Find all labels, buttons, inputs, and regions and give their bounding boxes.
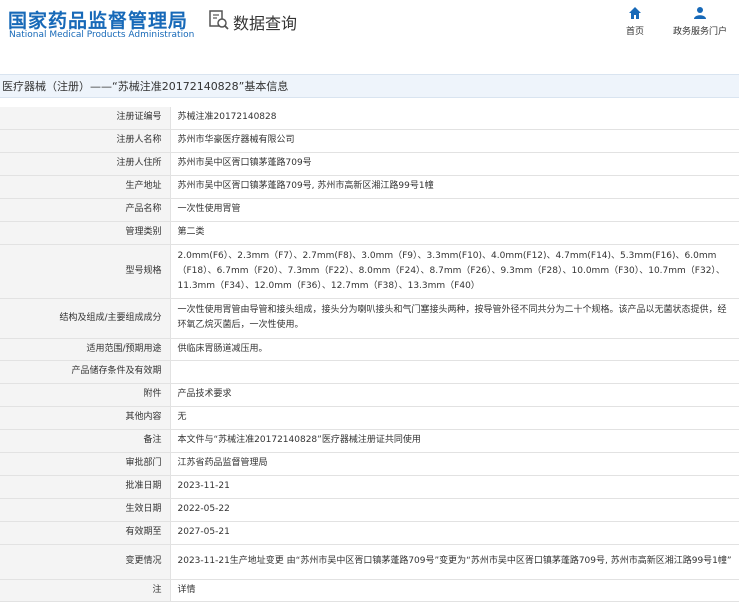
row-label: 附件 <box>0 383 171 407</box>
data-search-icon <box>208 9 230 35</box>
row-label: 适用范围/预期用途 <box>0 338 171 361</box>
table-row: 备注 本文件与“苏械注准20172140828”医疗器械注册证共同使用 <box>0 429 739 453</box>
data-query-title: 数据查询 <box>233 14 298 33</box>
row-label: 其他内容 <box>0 406 171 430</box>
table-row: 生效日期 2022-05-22 <box>0 498 739 522</box>
table-row: 产品储存条件及有效期 <box>0 360 739 384</box>
row-value: 2027-05-21 <box>170 521 739 545</box>
user-icon <box>694 7 706 19</box>
logo-chinese[interactable]: 国家药品监督管理局 <box>8 6 188 33</box>
row-value: 苏州市吴中区胥口镇茅蓬路709号 <box>170 152 739 176</box>
row-label: 注册人名称 <box>0 129 171 153</box>
row-value: 供临床胃肠道减压用。 <box>170 338 739 361</box>
table-row: 结构及组成/主要组成成分 一次性使用胃管由导管和接头组成，接头分为喇叭接头和气门塞… <box>0 298 739 339</box>
row-label: 注 <box>0 579 171 602</box>
row-label: 备注 <box>0 429 171 453</box>
data-query-section[interactable]: 数据查询 <box>208 9 297 35</box>
table-row: 变更情况 2023-11-21生产地址变更 由“苏州市吴中区胥口镇茅蓬路709号”… <box>0 544 739 580</box>
nav-gov-service-label: 政务服务门户 <box>672 27 727 37</box>
row-label: 变更情况 <box>0 544 171 580</box>
table-row: 审批部门 江苏省药品监督管理局 <box>0 452 739 476</box>
row-label: 型号规格 <box>0 244 171 299</box>
table-row: 生产地址 苏州市吴中区胥口镇茅蓬路709号, 苏州市高新区湘江路99号1幢 <box>0 175 739 199</box>
row-value: 2022-05-22 <box>170 498 739 522</box>
row-label: 注册人住所 <box>0 152 171 176</box>
row-label: 结构及组成/主要组成成分 <box>0 298 171 339</box>
site-header: 国家药品监督管理局 National Medical Products Admi… <box>0 0 739 70</box>
row-value: 苏州市吴中区胥口镇茅蓬路709号, 苏州市高新区湘江路99号1幢 <box>170 175 739 199</box>
row-label: 生产地址 <box>0 175 171 199</box>
row-value: 产品技术要求 <box>170 383 739 407</box>
table-row: 注册人住所 苏州市吴中区胥口镇茅蓬路709号 <box>0 152 739 176</box>
row-value: 2023-11-21生产地址变更 由“苏州市吴中区胥口镇茅蓬路709号”变更为“… <box>170 544 739 580</box>
row-value: 一次性使用胃管由导管和接头组成，接头分为喇叭接头和气门塞接头两种，按导管外径不同… <box>170 298 739 339</box>
row-value: 苏州市华豪医疗器械有限公司 <box>170 129 739 153</box>
row-value: 无 <box>170 406 739 430</box>
nav-gov-service[interactable]: 政务服务门户 <box>665 6 735 37</box>
table-row: 注册人名称 苏州市华豪医疗器械有限公司 <box>0 129 739 153</box>
row-label: 生效日期 <box>0 498 171 522</box>
table-row: 型号规格 2.0mm(F6）、2.3mm（F7）、2.7mm(F8)、3.0mm（… <box>0 244 739 299</box>
row-value: 2023-11-21 <box>170 475 739 499</box>
table-row: 适用范围/预期用途 供临床胃肠道减压用。 <box>0 338 739 361</box>
table-row: 其他内容无 <box>0 406 739 430</box>
row-value: 第二类 <box>170 221 739 245</box>
row-label: 注册证编号 <box>0 107 171 130</box>
table-row: 有效期至 2027-05-21 <box>0 521 739 545</box>
row-value: 苏械注准20172140828 <box>170 107 739 130</box>
registration-info-table: 注册证编号 苏械注准20172140828 注册人名称 苏州市华豪医疗器械有限公司 … <box>0 107 739 602</box>
table-row: 注详情 <box>0 579 739 602</box>
breadcrumb: 医疗器械（注册）——“苏械注准20172140828”基本信息 <box>0 74 739 98</box>
table-row: 附件 产品技术要求 <box>0 383 739 407</box>
row-label: 产品名称 <box>0 198 171 222</box>
table-row: 批准日期 2023-11-21 <box>0 475 739 499</box>
row-label: 审批部门 <box>0 452 171 476</box>
row-value <box>170 360 739 384</box>
row-label: 批准日期 <box>0 475 171 499</box>
row-value: 本文件与“苏械注准20172140828”医疗器械注册证共同使用 <box>170 429 739 453</box>
row-value: 2.0mm(F6）、2.3mm（F7）、2.7mm(F8)、3.0mm（F9）、… <box>170 244 739 299</box>
row-label: 产品储存条件及有效期 <box>0 360 171 384</box>
table-row: 管理类别 第二类 <box>0 221 739 245</box>
row-value: 江苏省药品监督管理局 <box>170 452 739 476</box>
details-link[interactable]: 详情 <box>170 579 739 602</box>
home-icon <box>629 7 641 19</box>
table-row: 注册证编号 苏械注准20172140828 <box>0 107 739 130</box>
table-row: 产品名称 一次性使用胃管 <box>0 198 739 222</box>
row-value: 一次性使用胃管 <box>170 198 739 222</box>
logo-english[interactable]: National Medical Products Administration <box>9 30 194 40</box>
nav-home-label: 首页 <box>625 27 644 37</box>
nav-home[interactable]: 首页 <box>620 6 650 37</box>
row-label: 管理类别 <box>0 221 171 245</box>
row-label: 有效期至 <box>0 521 171 545</box>
